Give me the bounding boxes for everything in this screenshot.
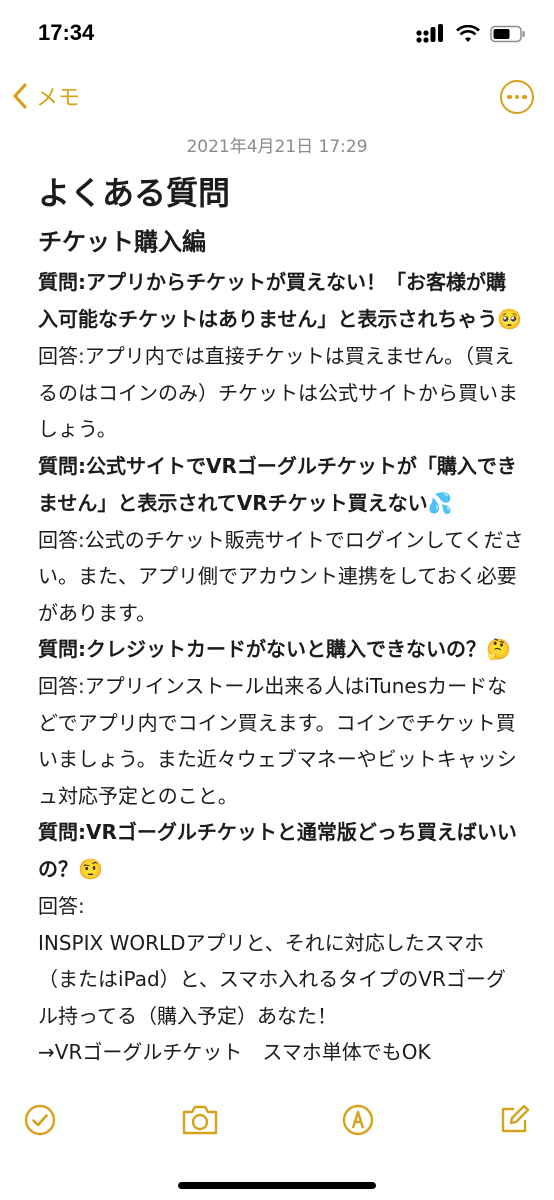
question-text: 質問:アプリからチケットが買えない！「お客様が購入可能なチケットはありません」と… — [38, 270, 523, 331]
home-indicator — [178, 1182, 376, 1189]
compose-icon — [501, 1104, 530, 1133]
question-text: 質問:VRゴーグルチケットと通常版どっち買えばいいの？🤨 — [38, 820, 517, 881]
note-body[interactable]: よくある質問 チケット購入編 質問:アプリからチケットが買えない！「お客様が購入… — [38, 164, 524, 1084]
checklist-icon — [24, 1104, 56, 1136]
pleading-face-emoji: 🥺 — [497, 307, 523, 331]
note-title: よくある質問 — [38, 174, 231, 212]
status-icons — [416, 24, 526, 44]
answer-text: 回答:公式のチケット販売サイトでログインしてください。また、アプリ側でアカウント… — [38, 527, 524, 625]
ellipsis-icon — [507, 94, 527, 100]
raised-eyebrow-emoji: 🤨 — [78, 857, 103, 881]
sweat-droplets-emoji: 💦 — [427, 490, 453, 515]
battery-icon — [490, 25, 525, 43]
checklist-button[interactable] — [20, 1100, 60, 1140]
answer-text: 回答:アプリインストール出来る人はiTunesカードなどでアプリ内でコイン買えま… — [38, 674, 517, 808]
answer-text: 回答:アプリ内では直接チケットは買えません。（買えるのはコインのみ）チケットは公… — [38, 344, 518, 441]
chevron-left-icon — [13, 83, 27, 109]
question-text: 質問:クレジットカードがないと購入できないの？🤔 — [38, 637, 511, 661]
thinking-face-emoji: 🤔 — [486, 637, 511, 661]
markup-icon — [342, 1104, 374, 1136]
camera-icon — [182, 1105, 218, 1135]
answer-text-continued: →VRゴーグルチケット スマホ単体でもOK — [38, 1040, 431, 1064]
note-date: 2021年4月21日 17:29 — [186, 137, 368, 157]
nav-bar: メモ — [0, 74, 554, 124]
camera-button[interactable] — [180, 1100, 220, 1140]
status-time: 17:34 — [38, 20, 95, 45]
cellular-signal-icon — [416, 24, 443, 43]
answer-text: 回答: — [38, 894, 85, 918]
back-label: メモ — [36, 86, 81, 111]
compose-button[interactable] — [494, 1100, 534, 1140]
more-options-button[interactable] — [500, 80, 534, 114]
answer-text-continued: INSPIX WORLDアプリと、それに対応したスマホ（またはiPad）と、スマ… — [38, 930, 506, 1028]
markup-button[interactable] — [338, 1100, 378, 1140]
back-button[interactable]: メモ — [10, 80, 80, 112]
question-text: 質問:公式サイトでVRゴーグルチケットが「購入できません」と表示されてVRチケッ… — [38, 453, 517, 515]
note-subtitle: チケット購入編 — [38, 228, 206, 256]
status-bar: 17:34 — [0, 0, 554, 70]
wifi-icon — [456, 25, 480, 42]
